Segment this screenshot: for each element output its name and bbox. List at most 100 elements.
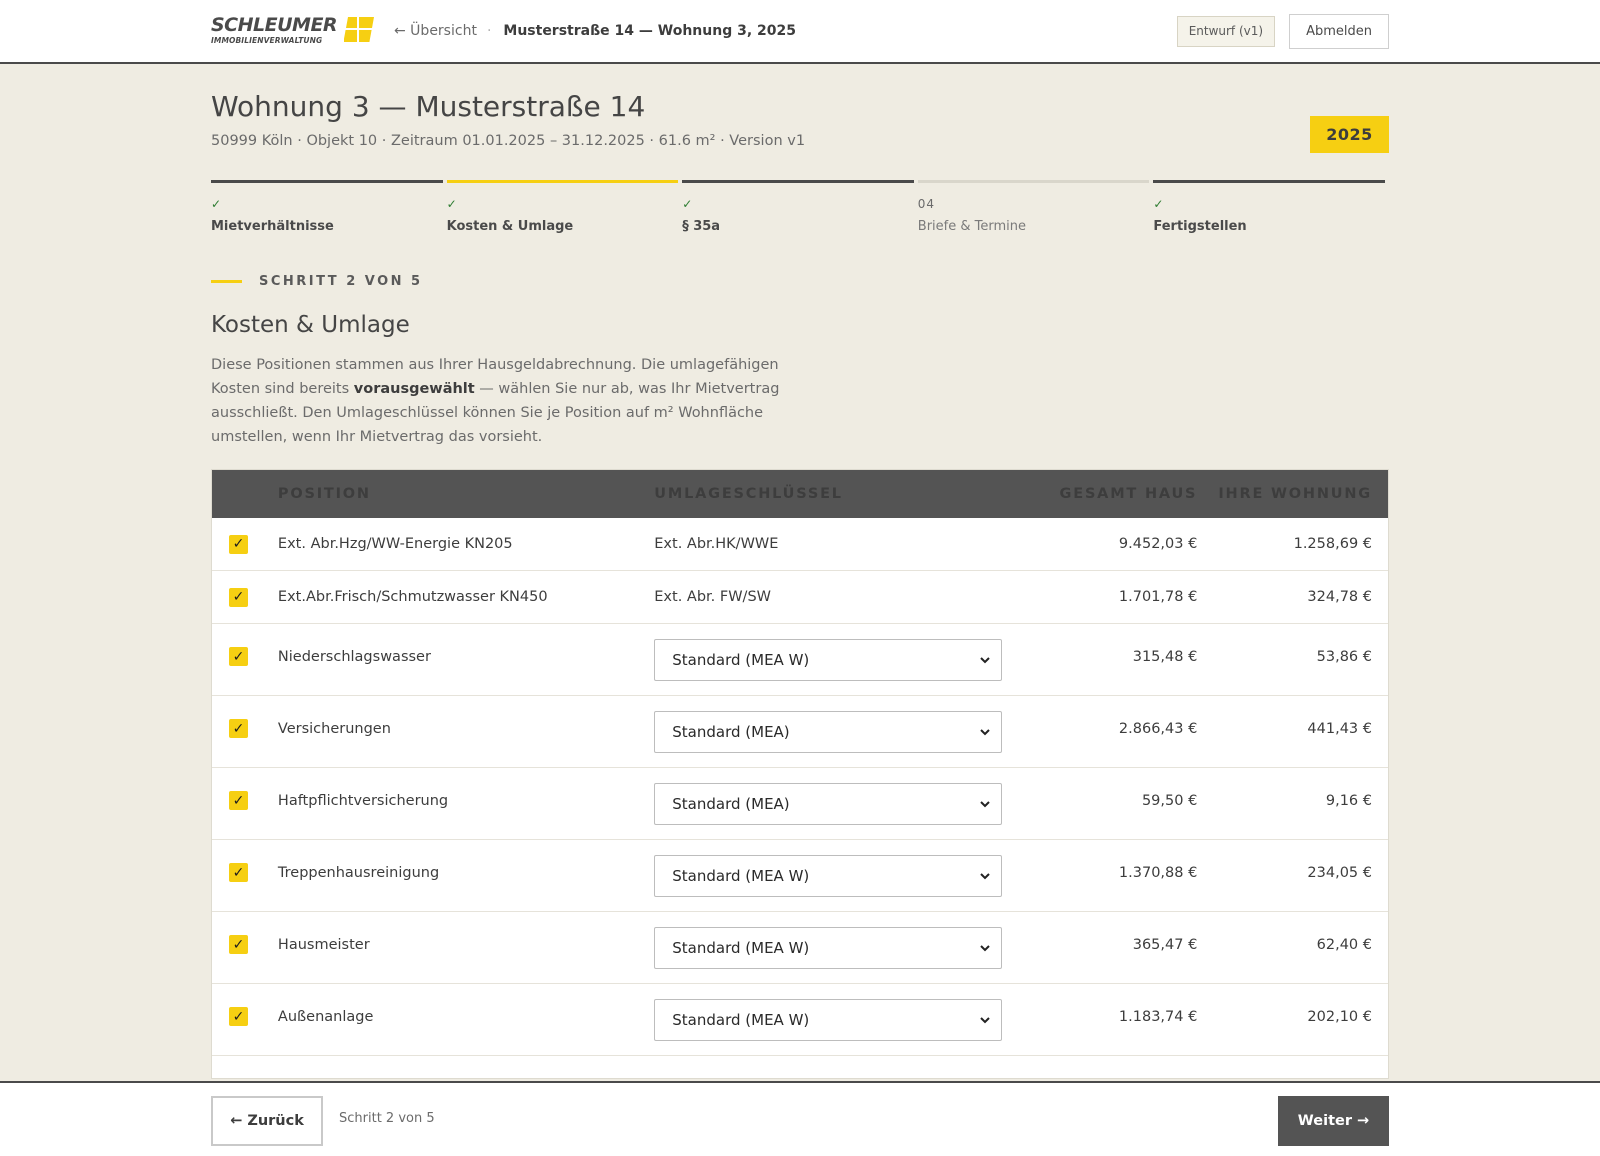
footer-step-indicator: Schritt 2 von 5: [339, 1111, 435, 1126]
wizard-footer: ← Zurück Schritt 2 von 5 Weiter →: [0, 1081, 1600, 1156]
umlageschluessel-select[interactable]: Standard (MEA): [654, 710, 1003, 753]
select-value: Standard (MEA W): [672, 938, 810, 957]
logo-subline: IMMOBILIENVERWALTUNG: [211, 36, 323, 45]
logout-button[interactable]: Abmelden: [1289, 13, 1389, 49]
kicker-text: SCHRITT 2 VON 5: [259, 274, 423, 289]
row-own-share: 441,43 €: [1307, 721, 1372, 737]
row-checkbox[interactable]: ✓: [229, 935, 248, 954]
row-checkbox[interactable]: ✓: [229, 587, 248, 607]
row-total: 2.866,43 €: [1118, 721, 1198, 737]
table-row: ✓ Außenanlage Standard (MEA W) 1.183,74 …: [212, 984, 1388, 1056]
select-value: Standard (MEA W): [672, 650, 810, 669]
step-check-icon: ✓: [682, 197, 693, 211]
row-checkbox[interactable]: ✓: [229, 719, 248, 738]
umlageschluessel-select[interactable]: Standard (MEA W): [654, 998, 1003, 1041]
step-progress-bar: [211, 180, 443, 183]
row-checkbox[interactable]: ✓: [229, 791, 248, 810]
breadcrumb-current: Musterstraße 14 — Wohnung 3, 2025: [503, 23, 796, 39]
row-own-share: 9,16 €: [1325, 793, 1372, 809]
row-checkbox[interactable]: ✓: [229, 647, 248, 666]
step-label: Kosten & Umlage: [446, 219, 574, 234]
table-row: ✓ Versicherungen Standard (MEA) 2.866,43…: [212, 696, 1388, 768]
umlageschluessel-select[interactable]: Standard (MEA): [654, 782, 1003, 825]
logo-mark-icon: [344, 17, 374, 42]
table-row: ✓ Hausmeister Standard (MEA W) 365,47 € …: [212, 912, 1388, 984]
row-checkbox[interactable]: ✓: [229, 863, 248, 882]
header-umlageschluessel: UMLAGESCHLÜSSEL: [654, 486, 843, 502]
step-progress-bar: [446, 180, 679, 183]
table-row: ✓ Ext.Abr.Frisch/Schmutzwasser KN450 Ext…: [212, 571, 1388, 624]
chevron-down-icon: [980, 800, 990, 807]
step-briefe-termine[interactable]: 04 Briefe & Termine: [917, 180, 1154, 234]
header-checkbox-column: [212, 494, 278, 495]
kicker-accent-line: [211, 280, 242, 283]
table-row-partial: [212, 1056, 1388, 1078]
row-total: 1.183,74 €: [1118, 1009, 1198, 1025]
back-button[interactable]: ← Zurück: [211, 1096, 323, 1146]
header-gesamt-haus: GESAMT HAUS: [1059, 486, 1198, 502]
row-own-share: 202,10 €: [1307, 1009, 1372, 1025]
row-total: 1.701,78 €: [1118, 589, 1198, 605]
costs-table: POSITION UMLAGESCHLÜSSEL GESAMT HAUS IHR…: [211, 469, 1389, 1079]
row-own-share: 234,05 €: [1307, 865, 1372, 881]
step-check-icon: ✓: [1153, 197, 1164, 211]
company-logo[interactable]: SCHLEUMER IMMOBILIENVERWALTUNG: [211, 14, 374, 46]
umlageschluessel-select[interactable]: Standard (MEA W): [654, 638, 1003, 681]
row-total: 9.452,03 €: [1118, 536, 1198, 552]
back-to-overview-link[interactable]: ← Übersicht: [394, 23, 477, 39]
chevron-down-icon: [980, 872, 990, 879]
row-position: Niederschlagswasser: [277, 649, 431, 665]
select-value: Standard (MEA W): [672, 1010, 810, 1029]
wizard-stepper: ✓ Mietverhältnisse ✓ Kosten & Umlage ✓ §…: [211, 180, 1389, 234]
umlageschluessel-select[interactable]: Standard (MEA W): [654, 854, 1003, 897]
step-mietverhaeltnisse[interactable]: ✓ Mietverhältnisse: [211, 180, 447, 234]
draft-version-badge: Entwurf (v1): [1176, 15, 1276, 47]
chevron-down-icon: [980, 944, 990, 951]
step-check-icon: ✓: [211, 197, 222, 211]
step-label: Mietverhältnisse: [211, 219, 334, 234]
step-label: Briefe & Termine: [917, 219, 1026, 234]
row-position: Versicherungen: [277, 721, 391, 737]
step-check-icon: ✓: [446, 197, 457, 211]
row-position: Ext.Abr.Frisch/Schmutzwasser KN450: [277, 589, 548, 605]
select-value: Standard (MEA): [672, 794, 790, 813]
step-fertigstellen[interactable]: ✓ Fertigstellen: [1153, 180, 1389, 234]
step-progress-bar: [1153, 180, 1385, 183]
step-progress-bar: [917, 180, 1150, 183]
top-bar: SCHLEUMER IMMOBILIENVERWALTUNG ← Übersic…: [0, 0, 1600, 64]
chevron-down-icon: [980, 728, 990, 735]
table-row: ✓ Ext. Abr.Hzg/WW-Energie KN205 Ext. Abr…: [212, 518, 1388, 571]
select-value: Standard (MEA W): [672, 866, 810, 885]
row-checkbox[interactable]: ✓: [229, 534, 248, 554]
step-label: Fertigstellen: [1153, 219, 1247, 234]
row-key-text: Ext. Abr. FW/SW: [654, 589, 771, 605]
table-row: ✓ Haftpflichtversicherung Standard (MEA)…: [212, 768, 1388, 840]
step-label: § 35a: [682, 219, 721, 234]
section-description: Diese Positionen stammen aus Ihrer Hausg…: [211, 357, 780, 445]
page-title: Wohnung 3 — Musterstraße 14: [211, 90, 646, 123]
row-total: 1.370,88 €: [1118, 865, 1198, 881]
row-own-share: 62,40 €: [1316, 937, 1372, 953]
year-badge: 2025: [1310, 116, 1389, 153]
chevron-down-icon: [980, 656, 990, 663]
header-ihre-wohnung: IHRE WOHNUNG: [1218, 486, 1372, 502]
step-35a[interactable]: ✓ § 35a: [682, 180, 918, 234]
table-row: ✓ Treppenhausreinigung Standard (MEA W) …: [212, 840, 1388, 912]
row-checkbox[interactable]: ✓: [229, 1007, 248, 1026]
row-position: Haftpflichtversicherung: [277, 793, 449, 809]
step-kosten-umlage[interactable]: ✓ Kosten & Umlage: [446, 180, 683, 234]
section-title: Kosten & Umlage: [211, 312, 410, 338]
row-key-text: Ext. Abr.HK/WWE: [654, 536, 779, 552]
row-position: Außenanlage: [277, 1009, 374, 1025]
step-kicker: SCHRITT 2 VON 5: [211, 274, 423, 289]
umlageschluessel-select[interactable]: Standard (MEA W): [654, 926, 1003, 969]
select-value: Standard (MEA): [672, 722, 790, 741]
row-total: 365,47 €: [1132, 937, 1198, 953]
table-header: POSITION UMLAGESCHLÜSSEL GESAMT HAUS IHR…: [212, 470, 1388, 518]
row-total: 315,48 €: [1132, 649, 1198, 665]
next-button[interactable]: Weiter →: [1278, 1096, 1389, 1146]
emphasis-vorausgewaehlt: vorausgewählt: [353, 381, 475, 397]
step-number: 04: [917, 197, 936, 211]
row-total: 59,50 €: [1141, 793, 1198, 809]
row-own-share: 1.258,69 €: [1293, 536, 1372, 552]
